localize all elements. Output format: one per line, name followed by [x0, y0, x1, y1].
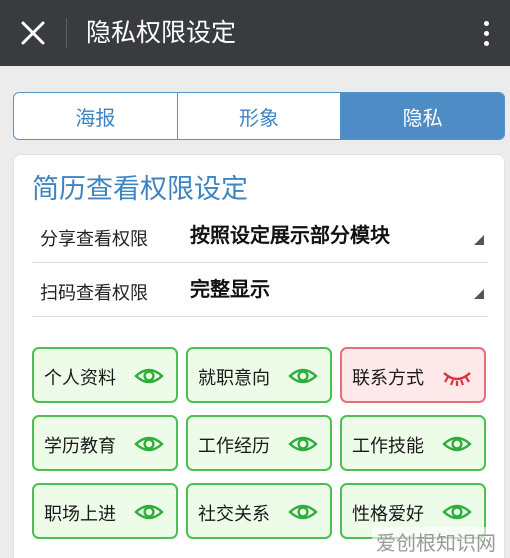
eye-open-icon[interactable] [442, 433, 472, 455]
module-toggle[interactable]: 职场上进 [32, 483, 178, 539]
eye-open-icon[interactable] [442, 501, 472, 523]
watermark: 爱创根知识网 [372, 527, 500, 556]
scan-permission-label: 扫码查看权限 [40, 283, 148, 304]
module-toggle[interactable]: 社交关系 [186, 483, 332, 539]
eye-open-icon[interactable] [134, 501, 164, 523]
module-toggle[interactable]: 工作技能 [340, 415, 486, 471]
tab-bar: 海报 形象 隐私 [13, 92, 505, 140]
module-toggle[interactable]: 工作经历 [186, 415, 332, 471]
module-label: 个人资料 [44, 368, 116, 389]
more-dot-icon [483, 40, 489, 46]
header-divider [66, 18, 67, 48]
module-label: 性格爱好 [352, 504, 424, 525]
close-icon [21, 21, 45, 45]
eye-open-icon[interactable] [134, 433, 164, 455]
module-toggle[interactable]: 联系方式 [340, 347, 486, 403]
close-button[interactable] [14, 14, 52, 52]
module-label: 工作经历 [198, 436, 270, 457]
eye-open-icon[interactable] [134, 365, 164, 387]
module-label: 学历教育 [44, 436, 116, 457]
share-permission-value[interactable]: 按照设定展示部分模块 [190, 219, 390, 248]
dropdown-caret-icon[interactable] [474, 235, 484, 245]
section-title: 简历查看权限设定 [32, 174, 248, 205]
tab-poster[interactable]: 海报 [14, 93, 178, 139]
dropdown-caret-icon[interactable] [474, 289, 484, 299]
module-label: 联系方式 [352, 368, 424, 389]
more-dot-icon [483, 20, 489, 26]
module-label: 社交关系 [198, 504, 270, 525]
eye-open-icon[interactable] [288, 501, 318, 523]
eye-closed-icon[interactable] [442, 365, 472, 387]
share-permission-label: 分享查看权限 [40, 229, 148, 250]
eye-open-icon[interactable] [288, 365, 318, 387]
tab-privacy[interactable]: 隐私 [341, 93, 504, 139]
module-toggle[interactable]: 学历教育 [32, 415, 178, 471]
more-menu-button[interactable] [474, 14, 498, 52]
privacy-card: 简历查看权限设定 分享查看权限 按照设定展示部分模块 扫码查看权限 完整显示 个… [13, 154, 505, 558]
scan-permission-row[interactable]: 扫码查看权限 完整显示 [32, 265, 488, 317]
more-dot-icon [483, 30, 489, 36]
module-label: 职场上进 [44, 504, 116, 525]
tab-profile-image[interactable]: 形象 [178, 93, 342, 139]
module-label: 就职意向 [198, 368, 270, 389]
eye-open-icon[interactable] [288, 433, 318, 455]
module-label: 工作技能 [352, 436, 424, 457]
page-title: 隐私权限设定 [86, 18, 237, 47]
module-toggle[interactable]: 个人资料 [32, 347, 178, 403]
scan-permission-value[interactable]: 完整显示 [190, 273, 270, 302]
app-bar: 隐私权限设定 [0, 0, 510, 66]
share-permission-row[interactable]: 分享查看权限 按照设定展示部分模块 [32, 211, 488, 263]
module-toggle[interactable]: 就职意向 [186, 347, 332, 403]
